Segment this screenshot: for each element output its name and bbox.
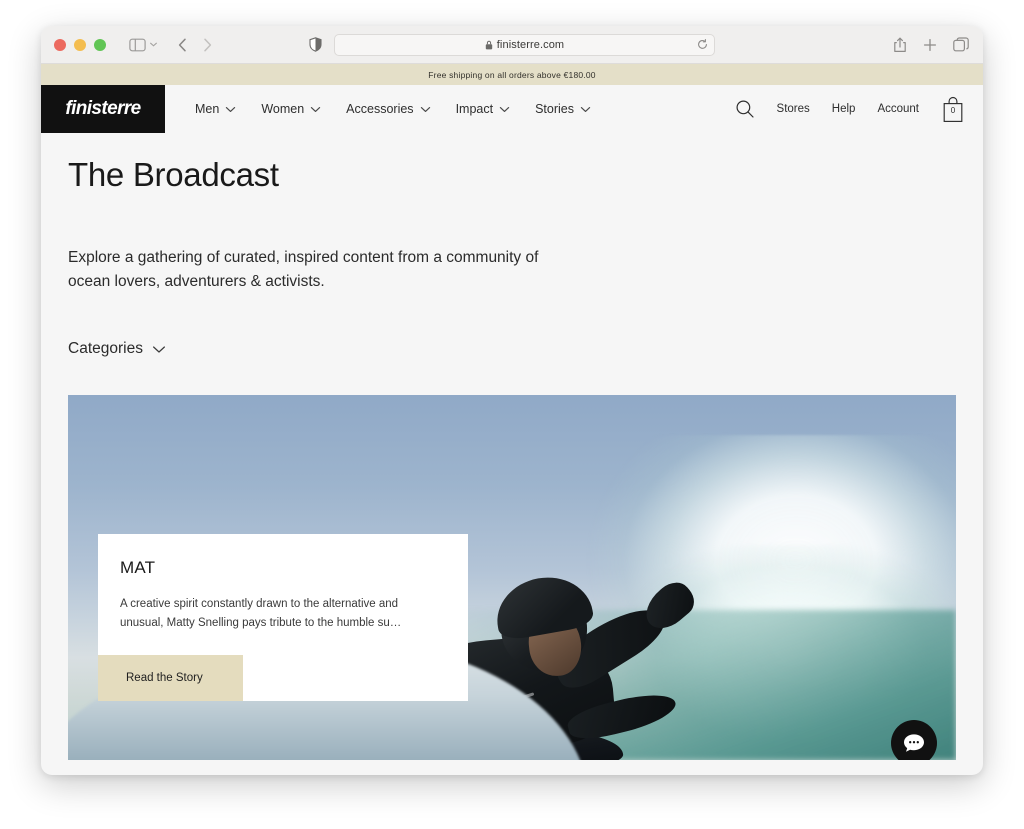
story-card[interactable]: MAT A creative spirit constantly drawn t… (98, 534, 468, 700)
categories-filter-toggle[interactable]: Categories (68, 340, 166, 358)
utility-link-stores[interactable]: Stores (777, 103, 810, 115)
chat-bubble-icon (902, 732, 926, 754)
read-the-story-button[interactable]: Read the Story (98, 655, 243, 701)
chevron-down-icon (310, 106, 321, 113)
cart-button[interactable]: 0 (941, 96, 965, 123)
sidebar-toggle-icon[interactable] (129, 38, 146, 52)
utility-navigation: Stores Help Account 0 (735, 96, 965, 123)
nav-item-men[interactable]: Men (195, 102, 236, 116)
window-traffic-lights (54, 39, 106, 51)
site-header: finisterre Men Women Accessories (41, 85, 983, 133)
address-input[interactable]: finisterre.com (334, 34, 715, 56)
back-arrow-icon[interactable] (178, 38, 187, 52)
page-title: The Broadcast (68, 133, 956, 194)
chat-widget-button[interactable] (891, 720, 937, 760)
page-content: The Broadcast Explore a gathering of cur… (41, 133, 983, 760)
story-card-description: A creative spirit constantly drawn to th… (120, 595, 440, 632)
forward-arrow-icon[interactable] (203, 38, 212, 52)
nav-item-label: Impact (456, 102, 494, 116)
share-icon[interactable] (893, 37, 907, 53)
nav-item-stories[interactable]: Stories (535, 102, 591, 116)
story-card-title: MAT (120, 558, 446, 578)
promo-banner: Free shipping on all orders above €180.0… (41, 64, 983, 85)
browser-navigation (178, 38, 212, 52)
site-logo-text: finisterre (65, 98, 140, 120)
nav-item-label: Accessories (346, 102, 413, 116)
chevron-down-icon (499, 106, 510, 113)
nav-item-label: Men (195, 102, 219, 116)
sidebar-controls (129, 38, 158, 52)
utility-link-account[interactable]: Account (877, 103, 919, 115)
tab-overview-icon[interactable] (953, 37, 969, 52)
categories-filter-label: Categories (68, 340, 143, 358)
chevron-down-icon (420, 106, 431, 113)
browser-titlebar: finisterre.com (41, 26, 983, 64)
minimize-window-button[interactable] (74, 39, 86, 51)
page-intro-text: Explore a gathering of curated, inspired… (68, 246, 568, 293)
privacy-shield-icon[interactable] (309, 37, 322, 52)
sidebar-chevron-down-icon[interactable] (149, 41, 158, 48)
main-navigation: Men Women Accessories Impact (195, 102, 591, 116)
chevron-down-icon (580, 106, 591, 113)
address-url-text: finisterre.com (497, 39, 564, 51)
utility-link-help[interactable]: Help (832, 103, 856, 115)
nav-item-label: Women (261, 102, 304, 116)
nav-item-label: Stories (535, 102, 574, 116)
plus-icon[interactable] (923, 38, 937, 52)
chevron-down-icon (225, 106, 236, 113)
close-window-button[interactable] (54, 39, 66, 51)
site-logo[interactable]: finisterre (41, 85, 165, 133)
chevron-down-icon (152, 345, 166, 354)
nav-item-accessories[interactable]: Accessories (346, 102, 430, 116)
browser-window: finisterre.com (41, 26, 983, 775)
promo-banner-text: Free shipping on all orders above €180.0… (428, 70, 595, 80)
nav-item-impact[interactable]: Impact (456, 102, 511, 116)
lock-icon (485, 40, 493, 50)
maximize-window-button[interactable] (94, 39, 106, 51)
nav-item-women[interactable]: Women (261, 102, 321, 116)
story-card-body: MAT A creative spirit constantly drawn t… (98, 534, 468, 654)
cart-count: 0 (941, 106, 965, 115)
address-text: finisterre.com (485, 39, 564, 51)
titlebar-right-controls (893, 26, 969, 63)
search-icon[interactable] (735, 99, 755, 119)
hero-story-banner[interactable]: MAT A creative spirit constantly drawn t… (68, 395, 956, 760)
reload-icon[interactable] (697, 39, 708, 50)
